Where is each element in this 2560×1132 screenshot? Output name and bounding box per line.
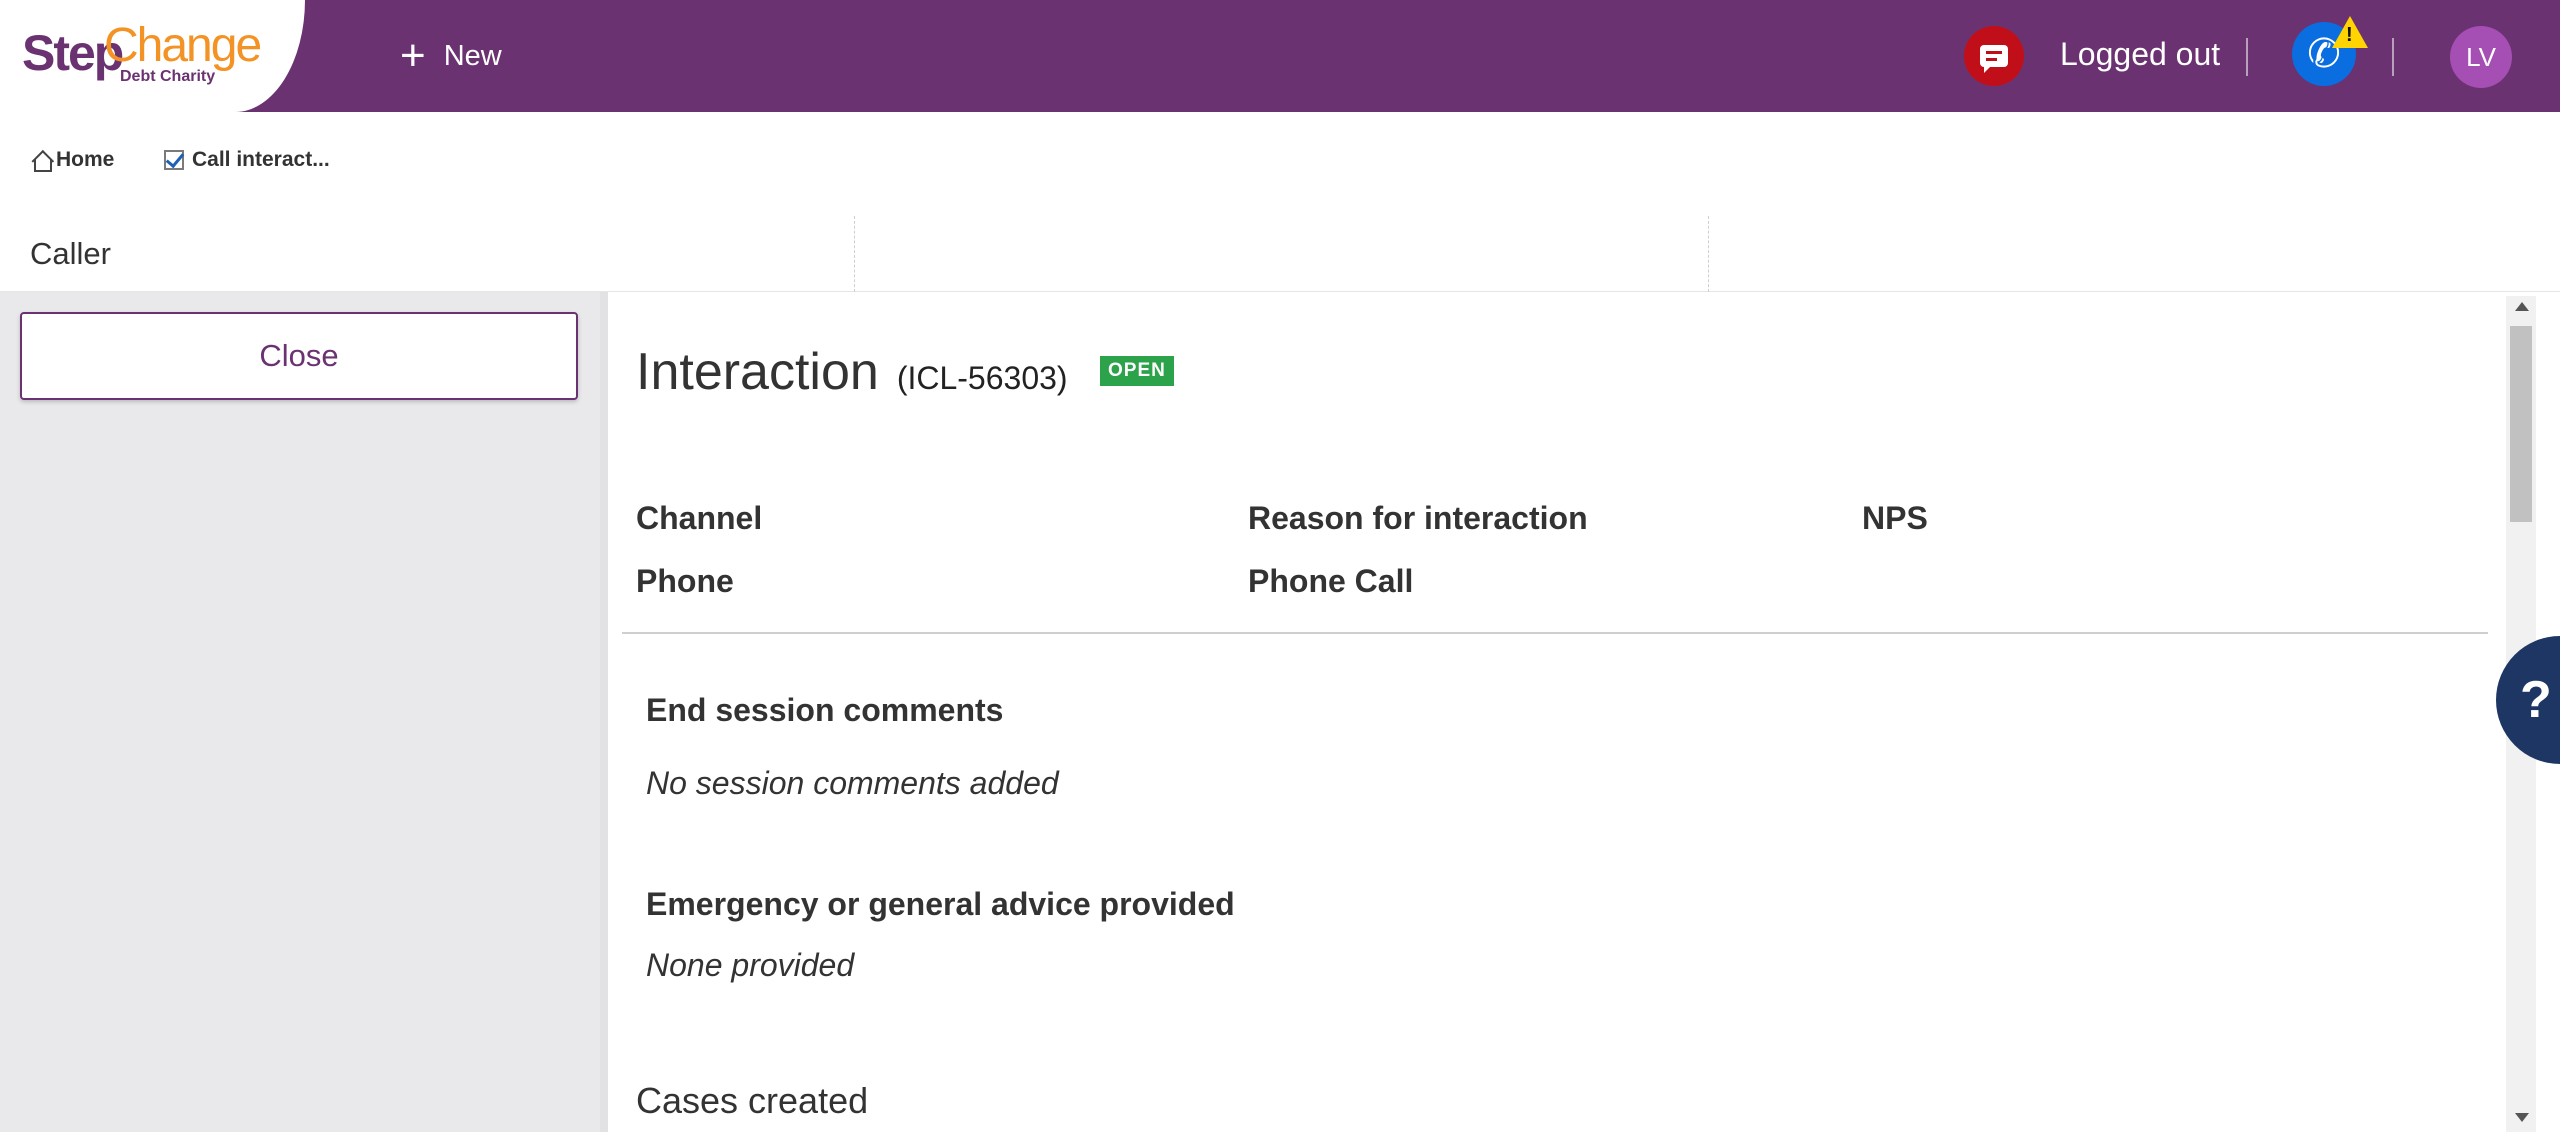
field-reason: Reason for interaction Phone Call: [1248, 500, 1588, 600]
field-label: Reason for interaction: [1248, 500, 1588, 536]
session-tabs: Home Call interact...: [0, 112, 2560, 216]
chat-bubble-shape: [1980, 45, 2008, 73]
new-button-label: New: [443, 39, 502, 72]
new-button[interactable]: + New: [400, 32, 502, 80]
chat-line: [1986, 58, 1997, 61]
caller-header: Caller: [0, 216, 2560, 292]
field-channel: Channel Phone: [636, 500, 762, 600]
home-icon: [30, 149, 52, 172]
column-divider: [1708, 216, 1709, 292]
field-value: Phone: [636, 563, 734, 599]
caller-label: Caller: [30, 236, 111, 271]
header-separator: [2392, 38, 2394, 76]
chat-line: [1986, 51, 2002, 54]
section-text: None provided: [646, 947, 855, 983]
scroll-thumb[interactable]: [2510, 326, 2532, 522]
checkbox-icon: [164, 150, 184, 170]
tab-home-label: Home: [56, 148, 115, 171]
section-divider: [622, 632, 2488, 634]
page-title: Interaction: [636, 343, 879, 401]
pane-splitter[interactable]: [600, 292, 608, 1132]
logo-subtitle: Debt Charity: [120, 68, 216, 85]
top-header: Step Change Debt Charity + New Logged ou…: [0, 0, 2560, 112]
left-panel: Close: [0, 292, 600, 1132]
interaction-id: (ICL-56303): [896, 360, 1068, 396]
end-session-section: End session comments No session comments…: [646, 692, 1059, 802]
column-divider: [854, 216, 855, 292]
login-status-text: Logged out: [2060, 36, 2221, 72]
interaction-panel: Interaction (ICL-56303) OPEN Channel Pho…: [608, 300, 2504, 1132]
close-button[interactable]: Close: [20, 312, 578, 400]
interaction-title: Interaction (ICL-56303): [636, 342, 1068, 402]
status-badge: OPEN: [1100, 356, 1174, 386]
warning-icon: !: [2332, 16, 2368, 48]
advice-section: Emergency or general advice provided Non…: [646, 886, 1235, 984]
section-text: No session comments added: [646, 765, 1059, 801]
user-avatar[interactable]: LV: [2450, 26, 2512, 88]
field-value: Phone Call: [1248, 563, 1414, 599]
tab-call-interaction[interactable]: Call interact...: [164, 148, 330, 172]
field-label: NPS: [1862, 500, 1928, 536]
section-heading: End session comments: [646, 692, 1004, 728]
section-heading: Emergency or general advice provided: [646, 886, 1235, 922]
field-nps: NPS: [1862, 500, 1928, 563]
tab-call-interaction-label: Call interact...: [192, 148, 330, 171]
field-label: Channel: [636, 500, 763, 536]
scroll-up-icon[interactable]: [2515, 302, 2529, 311]
plus-icon: +: [400, 31, 426, 80]
logo-change-text: Change: [104, 19, 262, 72]
header-separator: [2246, 38, 2248, 76]
chat-icon[interactable]: [1964, 26, 2024, 86]
tab-home[interactable]: Home: [30, 148, 114, 172]
scroll-down-icon[interactable]: [2515, 1113, 2529, 1122]
cases-created-heading: Cases created: [636, 1080, 869, 1121]
